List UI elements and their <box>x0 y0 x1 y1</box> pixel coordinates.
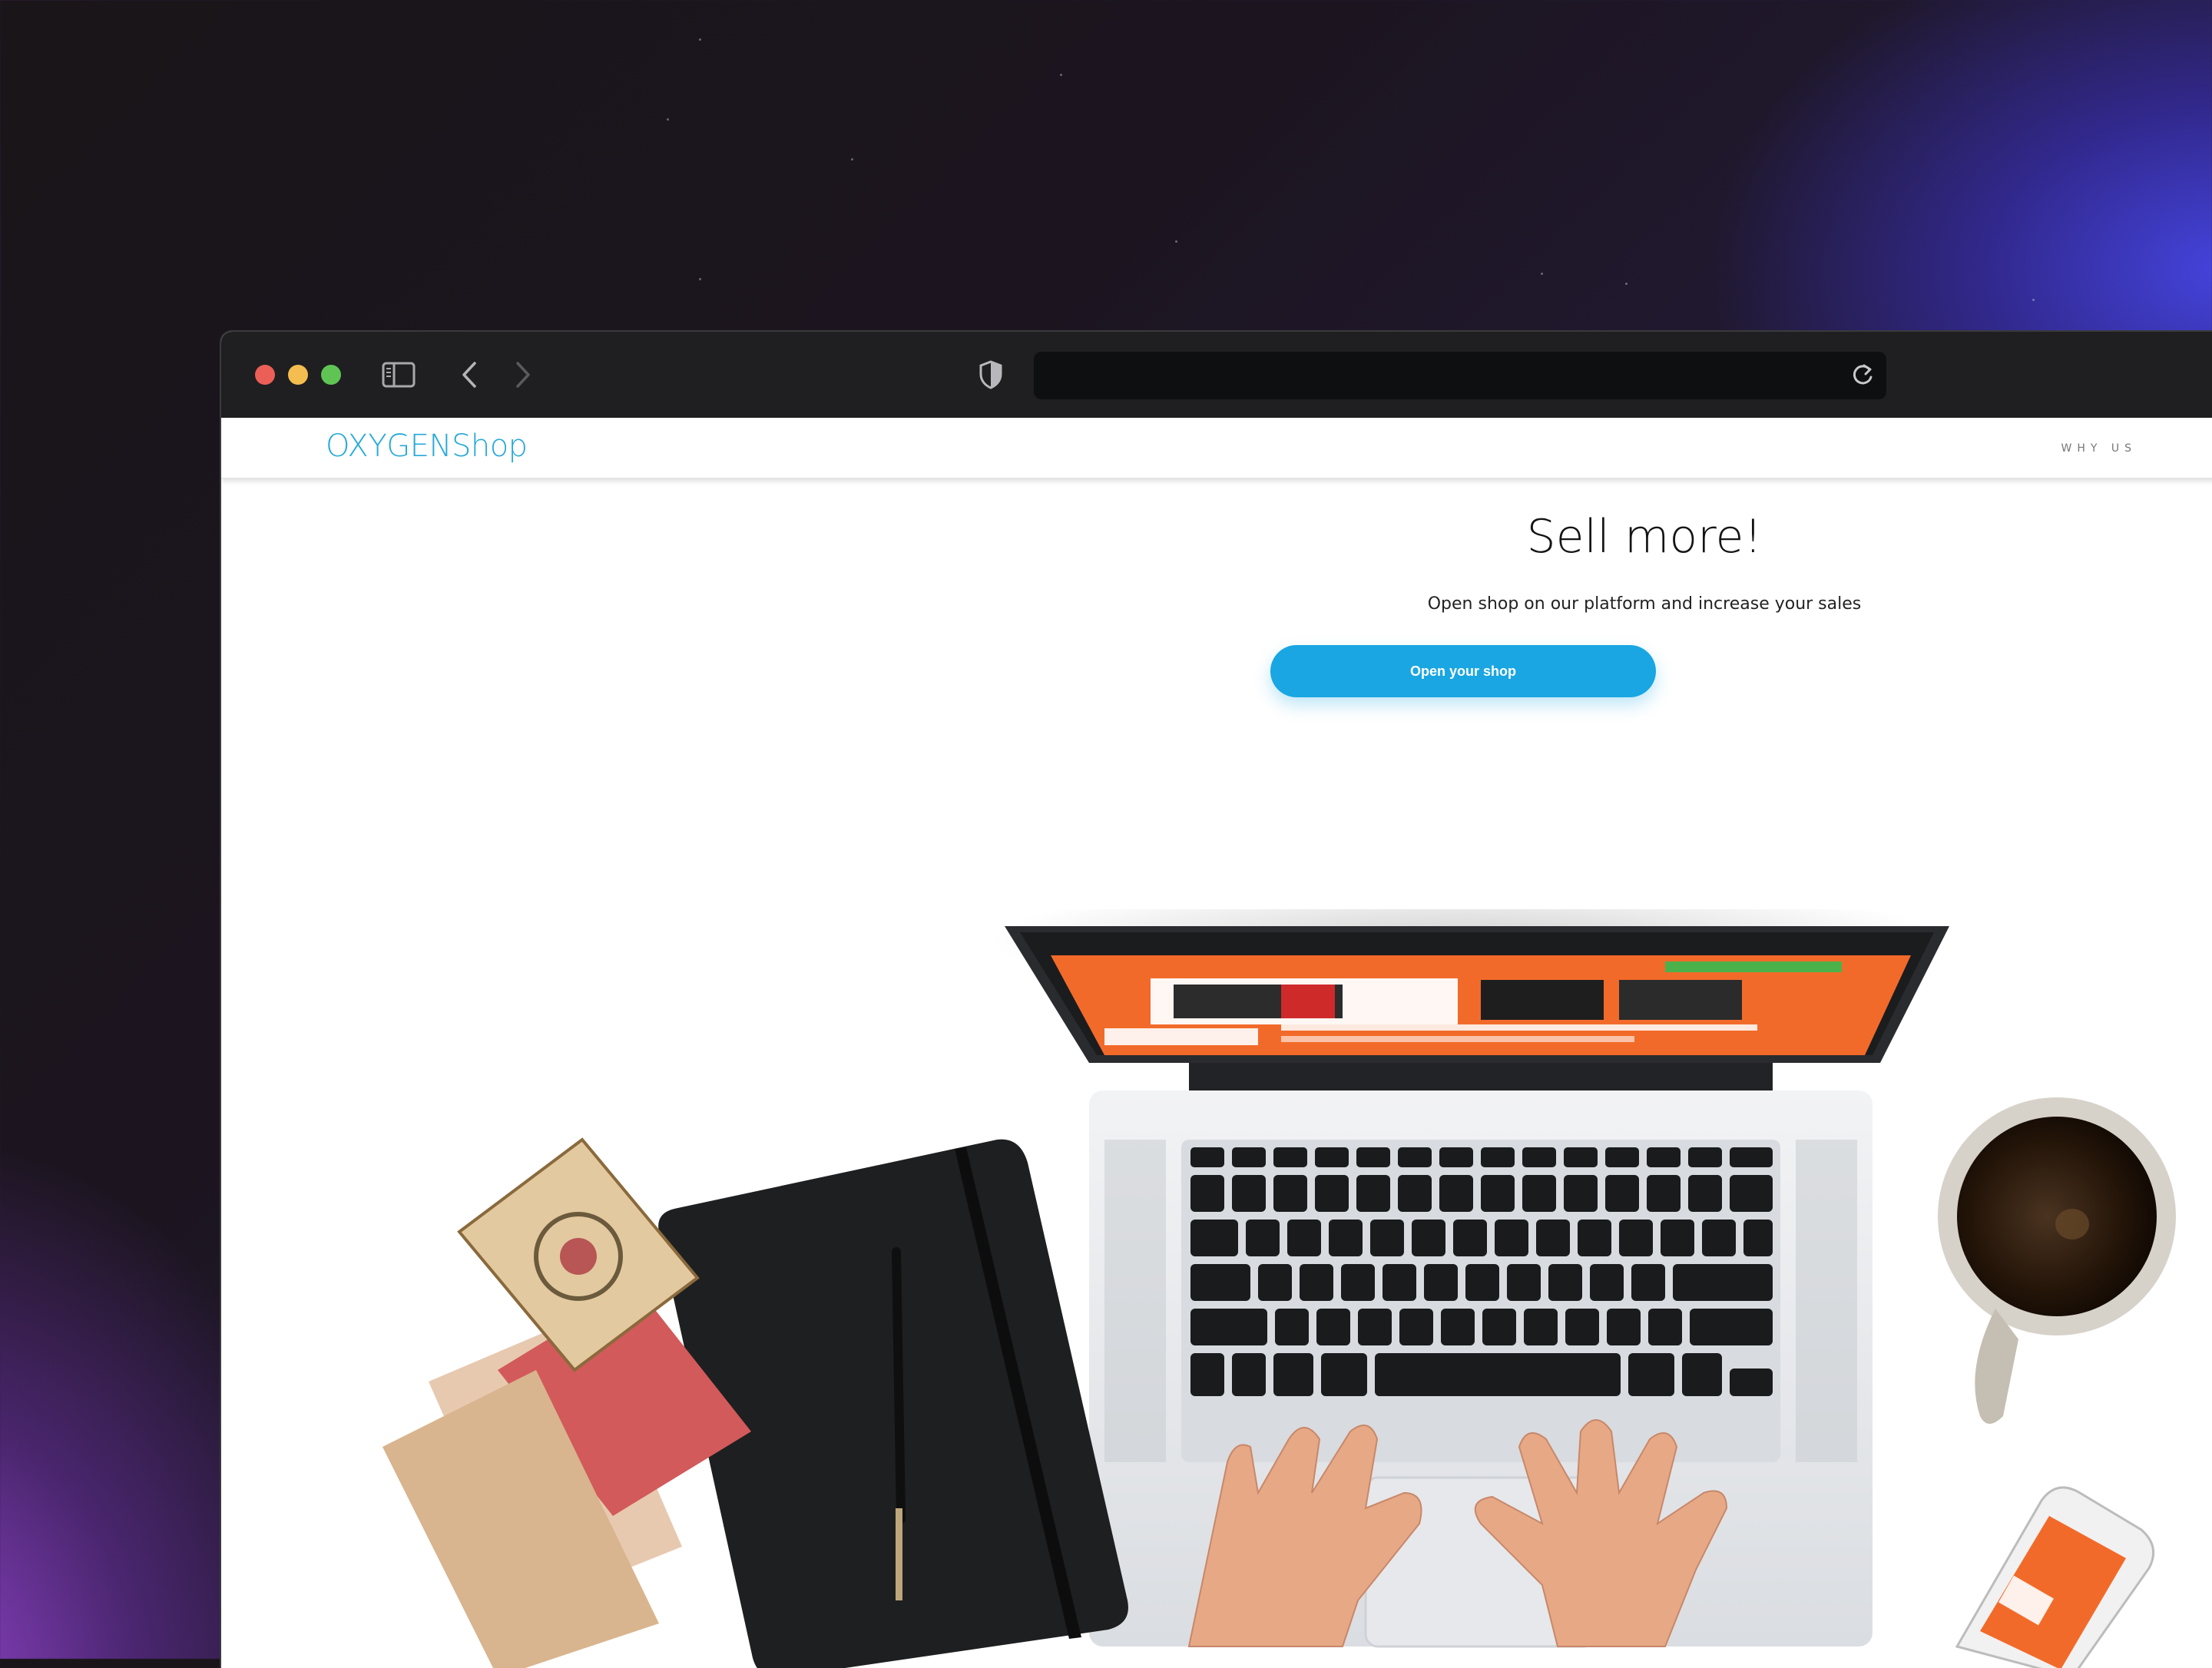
browser-toolbar <box>221 332 2212 419</box>
forward-icon[interactable] <box>512 359 535 390</box>
open-your-shop-button[interactable]: Open your shop <box>1270 645 1656 697</box>
hero-desk-photo <box>382 909 2176 1668</box>
hero-title: Sell more! <box>1526 510 1763 564</box>
address-bar[interactable] <box>1034 352 1886 399</box>
phone-illustration <box>1955 1486 2155 1668</box>
browser-window: OXYGENShop WHY US Sell more! Open shop o… <box>221 332 2212 1668</box>
background-star <box>1175 240 1177 243</box>
background-star <box>699 278 701 280</box>
background-star <box>1541 273 1543 275</box>
zoom-window-button[interactable] <box>321 365 341 385</box>
coffee-mug-illustration <box>1938 1097 2176 1424</box>
background-star <box>699 38 701 41</box>
hero-section: Sell more! Open shop on our platform and… <box>221 510 2212 817</box>
nav-link-why-us[interactable]: WHY US <box>2061 442 2137 455</box>
background-star <box>2032 299 2035 301</box>
shield-icon[interactable] <box>977 359 1005 390</box>
web-page: OXYGENShop WHY US Sell more! Open shop o… <box>221 418 2212 1668</box>
background-star <box>851 158 853 161</box>
reload-icon[interactable] <box>1849 362 1876 389</box>
background-star <box>1625 283 1628 285</box>
sidebar-icon[interactable] <box>381 359 416 390</box>
minimize-window-button[interactable] <box>288 365 308 385</box>
site-logo[interactable]: OXYGENShop <box>326 429 528 464</box>
back-icon[interactable] <box>458 359 481 390</box>
background-star <box>667 118 669 121</box>
close-window-button[interactable] <box>255 365 275 385</box>
background-star <box>1060 74 1062 76</box>
site-navbar: OXYGENShop WHY US <box>221 418 2212 478</box>
hero-subtitle: Open shop on our platform and increase y… <box>1427 594 1862 614</box>
